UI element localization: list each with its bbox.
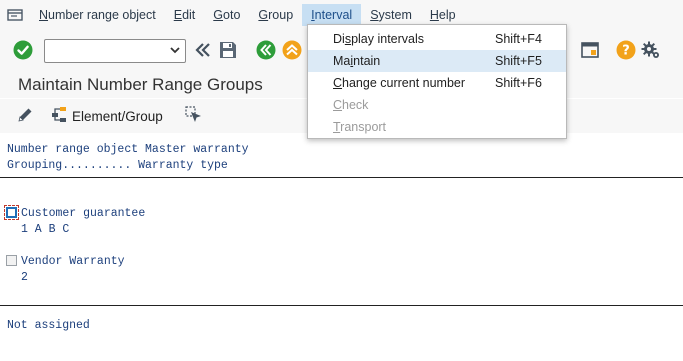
grouping-line: Grouping.......... Warranty type: [7, 159, 228, 172]
shortcut-label: Shift+F4: [495, 32, 542, 46]
exit-icon: [282, 40, 302, 63]
menu-item-check: Check: [333, 98, 369, 112]
select-element-button[interactable]: [185, 105, 203, 127]
group-name-customer-guarantee[interactable]: Customer guarantee: [21, 207, 145, 220]
double-chevron-left-icon: [194, 41, 212, 62]
page-title: Maintain Number Range Groups: [18, 75, 263, 94]
shortcut-label: Shift+F5: [495, 54, 542, 68]
system-menu-icon[interactable]: [0, 0, 30, 30]
edit-button[interactable]: [16, 106, 34, 127]
layout-button[interactable]: [580, 40, 600, 63]
menu-item-display-intervals[interactable]: Display intervals Shift+F4: [308, 28, 566, 50]
select-cursor-icon: [185, 105, 203, 127]
group-elements-vendor-warranty: 2: [21, 271, 28, 284]
menu-interval[interactable]: Interval: [302, 4, 362, 26]
group-elements-customer-guarantee: 1 A B C: [21, 223, 70, 236]
settings-button[interactable]: [641, 40, 661, 63]
svg-text:?: ?: [622, 43, 630, 58]
menu-item-maintain[interactable]: Maintain Shift+F5: [308, 50, 566, 72]
save-icon: [218, 40, 238, 63]
interval-menu: Display intervals Shift+F4 Maintain Shif…: [307, 24, 567, 139]
main-content: Number range object Master warranty Grou…: [0, 133, 683, 361]
pencil-icon: [16, 106, 34, 127]
group-checkbox-vendor-warranty[interactable]: [6, 255, 17, 266]
exit-button[interactable]: [282, 40, 302, 63]
element-group-button[interactable]: Element/Group: [50, 106, 163, 127]
hierarchy-icon: [50, 106, 68, 127]
back-button[interactable]: [256, 40, 276, 63]
help-icon: ?: [616, 40, 636, 63]
command-input[interactable]: [45, 40, 165, 62]
menu-item-change-current-number[interactable]: Change current number Shift+F6: [308, 72, 566, 94]
menu-number-range-object[interactable]: Number range object: [30, 4, 165, 26]
back-icon: [256, 40, 276, 63]
command-field[interactable]: [44, 39, 186, 63]
number-range-object-line: Number range object Master warranty: [7, 143, 249, 156]
gear-icon: [641, 40, 661, 63]
divider: [0, 305, 683, 306]
enter-button[interactable]: [13, 40, 33, 63]
group-checkbox-customer-guarantee[interactable]: [6, 207, 17, 218]
menu-goto[interactable]: Goto: [204, 4, 249, 26]
not-assigned-label: Not assigned: [7, 319, 90, 332]
save-button[interactable]: [218, 40, 238, 63]
menu-help[interactable]: Help: [421, 4, 465, 26]
layout-icon: [580, 40, 600, 63]
menu-edit[interactable]: Edit: [165, 4, 205, 26]
help-button[interactable]: ?: [616, 40, 636, 63]
group-name-vendor-warranty[interactable]: Vendor Warranty: [21, 255, 125, 268]
divider: [0, 177, 683, 178]
enter-icon: [13, 40, 33, 63]
menu-item-transport: Transport: [333, 120, 387, 134]
menu-group[interactable]: Group: [249, 4, 302, 26]
menu-system[interactable]: System: [361, 4, 421, 26]
shortcut-label: Shift+F6: [495, 76, 542, 90]
chevron-down-icon[interactable]: [169, 44, 181, 59]
back-fast-button[interactable]: [194, 41, 212, 62]
element-group-label: Element/Group: [72, 108, 163, 124]
